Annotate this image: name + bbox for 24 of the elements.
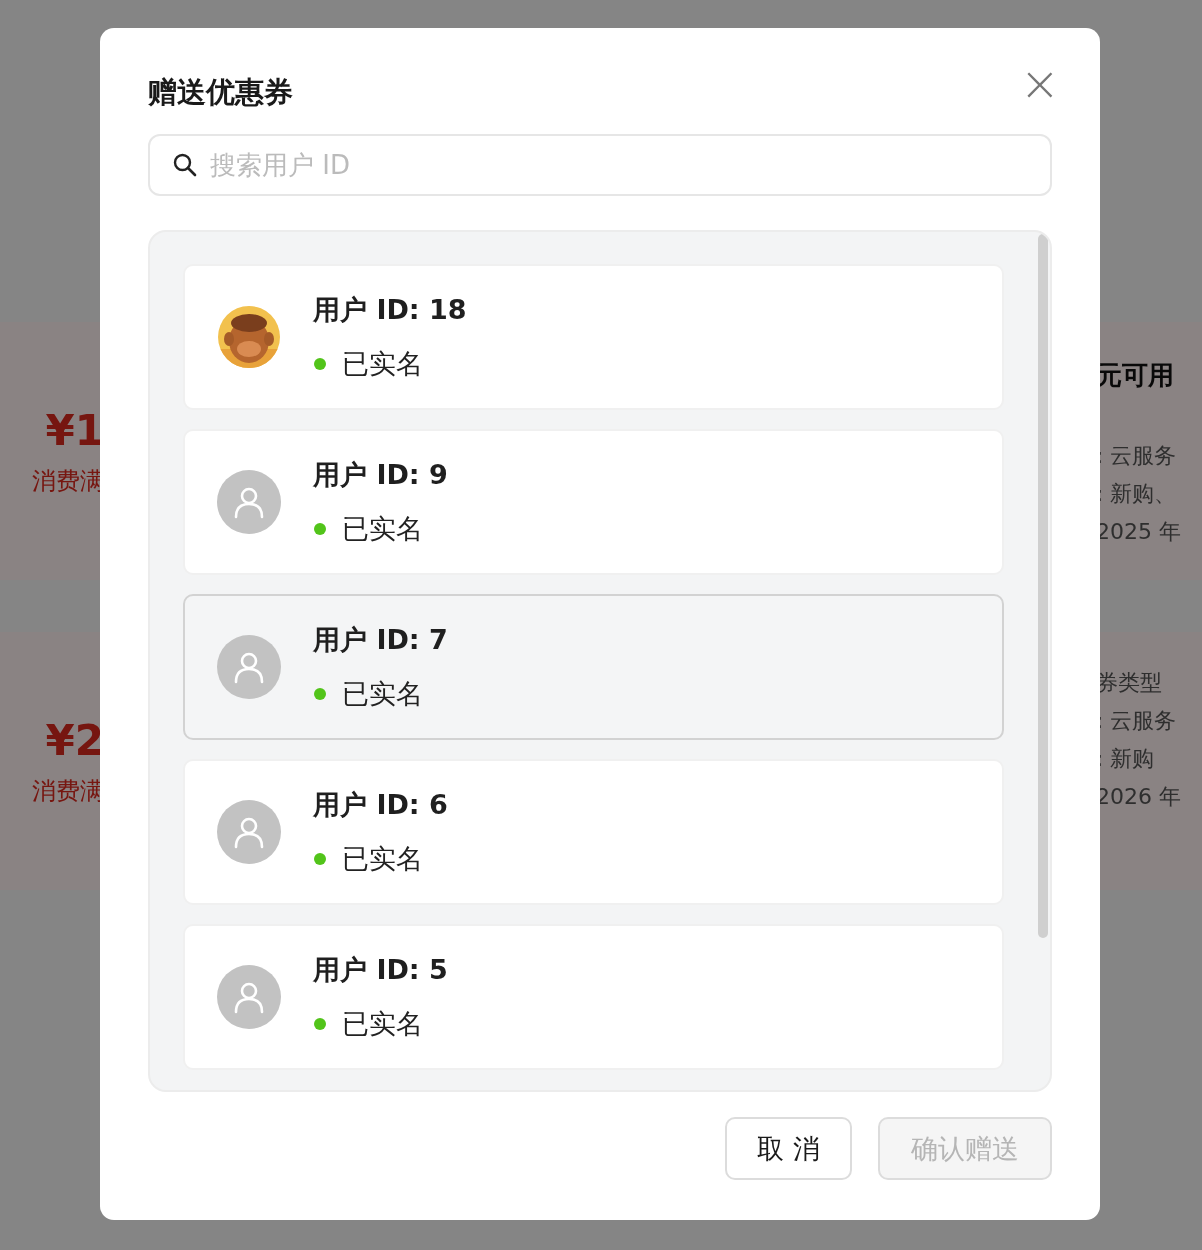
verification-status: 已实名 xyxy=(342,512,423,546)
verification-status: 已实名 xyxy=(342,842,423,876)
verification-status: 已实名 xyxy=(342,1007,423,1041)
coupon-amount: ¥2 xyxy=(45,716,104,765)
cancel-button[interactable]: 取 消 xyxy=(725,1117,852,1180)
user-id: 用户 ID: 18 xyxy=(313,293,467,327)
verification-status: 已实名 xyxy=(342,347,423,381)
verification-status: 已实名 xyxy=(342,677,423,711)
user-id: 用户 ID: 5 xyxy=(313,953,448,987)
user-id: 用户 ID: 9 xyxy=(313,458,448,492)
user-item[interactable]: 用户 ID: 5 已实名 xyxy=(183,924,1004,1070)
search-field[interactable]: 搜索用户 ID xyxy=(148,134,1052,196)
user-id: 用户 ID: 6 xyxy=(313,788,448,822)
scrollbar[interactable] xyxy=(1038,234,1048,938)
coupon-detail: 2026 年 xyxy=(1096,783,1182,811)
coupon-amount: ¥1 xyxy=(45,406,104,455)
user-item[interactable]: 用户 ID: 6 已实名 xyxy=(183,759,1004,905)
close-button[interactable]: × xyxy=(1019,63,1060,103)
user-id: 用户 ID: 7 xyxy=(313,623,448,657)
user-item[interactable]: 用户 ID: 9 已实名 xyxy=(183,429,1004,575)
user-item[interactable]: 用户 ID: 7 已实名 xyxy=(183,594,1004,740)
coupon-detail: 2025 年 xyxy=(1096,518,1182,546)
user-item[interactable]: 用户 ID: 18 已实名 xyxy=(183,264,1004,410)
dialog-title: 赠送优惠券 xyxy=(148,74,293,111)
